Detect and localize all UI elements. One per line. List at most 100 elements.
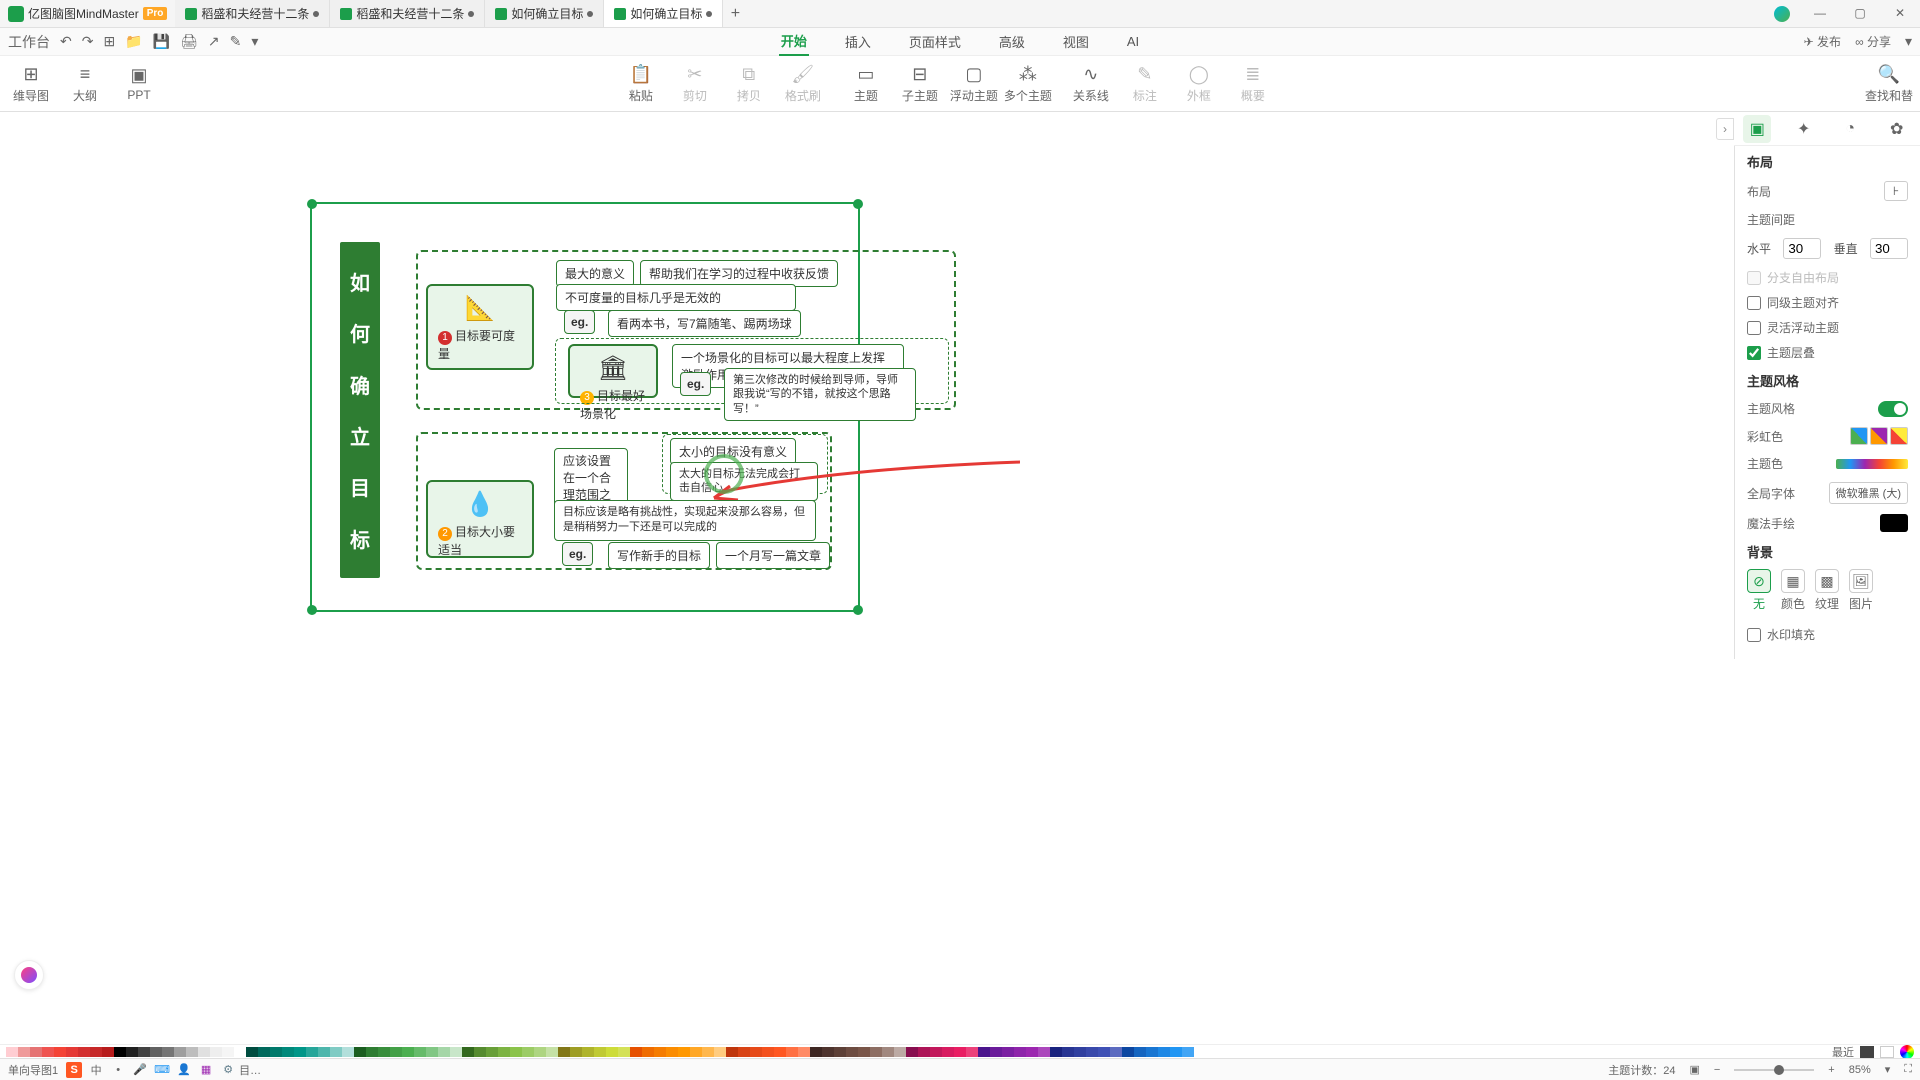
color-swatch[interactable] xyxy=(522,1047,534,1057)
fit-screen-button[interactable]: ⛶ xyxy=(1904,1063,1912,1076)
color-swatch[interactable] xyxy=(474,1047,486,1057)
color-swatch[interactable] xyxy=(822,1047,834,1057)
magic-color-swatch[interactable] xyxy=(1880,514,1908,532)
color-swatch[interactable] xyxy=(1074,1047,1086,1057)
bg-texture-button[interactable]: ▩纹理 xyxy=(1815,569,1839,612)
ppt-view-button[interactable]: ▣PPT xyxy=(112,65,166,102)
color-swatch[interactable] xyxy=(798,1047,810,1057)
menu-ai[interactable]: AI xyxy=(1125,30,1141,53)
color-swatch[interactable] xyxy=(354,1047,366,1057)
color-swatch[interactable] xyxy=(738,1047,750,1057)
node-month[interactable]: 一个月写一篇文章 xyxy=(716,542,830,569)
color-swatch[interactable] xyxy=(666,1047,678,1057)
color-swatch[interactable] xyxy=(1098,1047,1110,1057)
color-swatch[interactable] xyxy=(498,1047,510,1057)
relation-button[interactable]: ∿关系线 xyxy=(1064,64,1118,104)
color-swatch[interactable] xyxy=(402,1047,414,1057)
color-swatch[interactable] xyxy=(726,1047,738,1057)
bg-color-button[interactable]: ▦颜色 xyxy=(1781,569,1805,612)
color-swatch[interactable] xyxy=(42,1047,54,1057)
color-swatch[interactable] xyxy=(366,1047,378,1057)
subtopic-button[interactable]: ⊟子主题 xyxy=(893,64,947,104)
color-swatch[interactable] xyxy=(270,1047,282,1057)
color-swatch[interactable] xyxy=(462,1047,474,1057)
color-swatch[interactable] xyxy=(582,1047,594,1057)
resize-handle-tl[interactable] xyxy=(307,199,317,209)
color-swatch[interactable] xyxy=(330,1047,342,1057)
format-painter-button[interactable]: 🖌格式刷 xyxy=(776,64,830,104)
color-swatch[interactable] xyxy=(30,1047,42,1057)
cut-button[interactable]: ✂剪切 xyxy=(668,64,722,104)
menu-advanced[interactable]: 高级 xyxy=(997,28,1027,55)
summary-button[interactable]: ≣概要 xyxy=(1226,64,1280,104)
color-swatch[interactable] xyxy=(186,1047,198,1057)
color-swatch[interactable] xyxy=(390,1047,402,1057)
node-invalid[interactable]: 不可度量的目标几乎是无效的 xyxy=(556,284,796,311)
rpanel-tab-tag[interactable]: ◔ xyxy=(1836,115,1864,143)
rpanel-tab-icon[interactable]: ✿ xyxy=(1883,115,1911,143)
color-swatch[interactable] xyxy=(930,1047,942,1057)
canvas[interactable]: 如何确立目标 📐 1目标要可度量 🏛 3目标最好场景化 💧 2目标大小要适当 最… xyxy=(0,112,1734,1040)
color-swatch[interactable] xyxy=(1182,1047,1194,1057)
layout-selector[interactable]: ⊦ xyxy=(1884,181,1908,201)
check-free-branch[interactable]: 分支自由布局 xyxy=(1747,269,1908,286)
topic-button[interactable]: ▭主题 xyxy=(839,64,893,104)
color-swatch[interactable] xyxy=(1122,1047,1134,1057)
input-vertical-spacing[interactable] xyxy=(1870,238,1908,259)
color-swatch[interactable] xyxy=(450,1047,462,1057)
status-icon-punct[interactable]: • xyxy=(110,1062,126,1078)
font-selector[interactable]: 微软雅黑 (大) xyxy=(1829,482,1908,504)
rpanel-tab-style[interactable]: ✦ xyxy=(1790,115,1818,143)
color-swatch[interactable] xyxy=(1038,1047,1050,1057)
color-swatch[interactable] xyxy=(846,1047,858,1057)
node-newwriter[interactable]: 写作新手的目标 xyxy=(608,542,710,569)
cloud-sync-icon[interactable] xyxy=(1774,6,1790,22)
zoom-out-button[interactable]: − xyxy=(1714,1064,1720,1076)
color-swatch[interactable] xyxy=(342,1047,354,1057)
mindmap-view-button[interactable]: ⊞维导图 xyxy=(4,64,58,104)
color-swatch[interactable] xyxy=(1110,1047,1122,1057)
themecolor-selector[interactable] xyxy=(1836,459,1908,469)
status-icon-keyboard[interactable]: ⌨ xyxy=(154,1062,170,1078)
colorwheel-icon[interactable] xyxy=(1900,1045,1914,1059)
color-swatch[interactable] xyxy=(1134,1047,1146,1057)
resize-handle-tr[interactable] xyxy=(853,199,863,209)
tab-doc-0[interactable]: 稻盛和夫经营十二条 xyxy=(175,0,330,27)
color-swatch[interactable] xyxy=(162,1047,174,1057)
color-swatch[interactable] xyxy=(750,1047,762,1057)
color-swatch[interactable] xyxy=(486,1047,498,1057)
color-swatch[interactable] xyxy=(858,1047,870,1057)
view-mode-icon[interactable]: ▣ xyxy=(1689,1063,1699,1076)
toggle-style[interactable] xyxy=(1878,401,1908,417)
boundary-button[interactable]: ◯外框 xyxy=(1172,64,1226,104)
color-swatch[interactable] xyxy=(990,1047,1002,1057)
tab-doc-2[interactable]: 如何确立目标 xyxy=(485,0,604,27)
color-swatch[interactable] xyxy=(1146,1047,1158,1057)
tab-doc-3[interactable]: 如何确立目标 xyxy=(604,0,723,27)
color-swatch[interactable] xyxy=(126,1047,138,1057)
menu-insert[interactable]: 插入 xyxy=(843,28,873,55)
color-swatch[interactable] xyxy=(438,1047,450,1057)
color-swatch[interactable] xyxy=(138,1047,150,1057)
recent-color-1[interactable] xyxy=(1860,1046,1874,1058)
zoom-dropdown-icon[interactable]: ▾ xyxy=(1885,1063,1891,1076)
color-swatch[interactable] xyxy=(1002,1047,1014,1057)
color-swatch[interactable] xyxy=(630,1047,642,1057)
ime-lang[interactable]: 中 xyxy=(88,1062,104,1078)
maximize-button[interactable]: ▢ xyxy=(1840,6,1880,22)
node-eg-2[interactable]: eg. xyxy=(680,372,711,396)
color-swatch[interactable] xyxy=(414,1047,426,1057)
zoom-level[interactable]: 85% xyxy=(1849,1064,1871,1076)
ime-sogou-icon[interactable]: S xyxy=(66,1062,82,1078)
color-swatch[interactable] xyxy=(786,1047,798,1057)
check-sibling-align[interactable]: 同级主题对齐 xyxy=(1747,294,1908,311)
node-eg-1[interactable]: eg. xyxy=(564,310,595,334)
zoom-in-button[interactable]: + xyxy=(1828,1064,1834,1076)
color-swatch[interactable] xyxy=(810,1047,822,1057)
color-swatch[interactable] xyxy=(642,1047,654,1057)
recent-color-2[interactable] xyxy=(1880,1046,1894,1058)
copy-button[interactable]: ⧉拷贝 xyxy=(722,64,776,104)
color-swatch[interactable] xyxy=(906,1047,918,1057)
color-swatch[interactable] xyxy=(714,1047,726,1057)
subject-size[interactable]: 💧 2目标大小要适当 xyxy=(426,480,534,558)
